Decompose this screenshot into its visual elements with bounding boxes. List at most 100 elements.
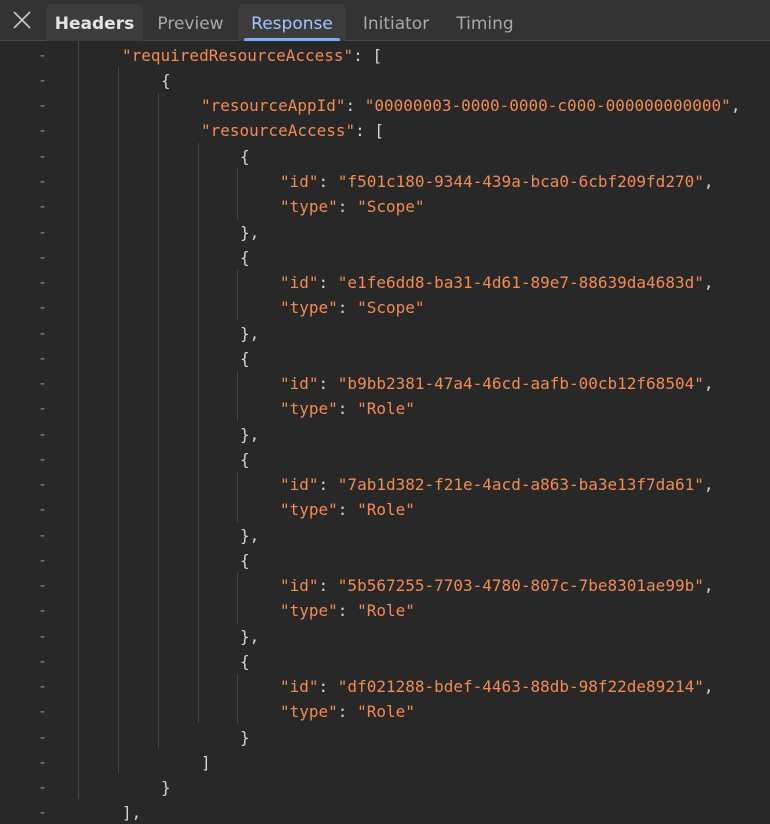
tab-response[interactable]: Response [238,4,346,41]
code-line: - ] [0,750,770,775]
json-string-value: "b9bb2381-47a4-46cd-aafb-00cb12f68504" [337,374,704,393]
code-line: - }, [0,523,770,548]
code-line: - { [0,649,770,674]
collapse-marker[interactable]: - [38,750,48,775]
code-line: - { [0,245,770,270]
json-string-value: "Role" [357,601,415,620]
json-key: "id" [280,677,319,696]
code-line: - }, [0,624,770,649]
collapse-marker[interactable]: - [38,68,48,93]
collapse-marker[interactable]: - [38,725,48,750]
json-key: "type" [280,702,338,721]
collapse-marker[interactable]: - [38,169,48,194]
collapse-marker[interactable]: - [38,472,48,497]
collapse-marker[interactable]: - [38,497,48,522]
collapse-marker[interactable]: - [38,194,48,219]
collapse-marker[interactable]: - [38,43,48,68]
code-line: - "type": "Scope" [0,295,770,320]
code-line: - { [0,447,770,472]
json-string-value: "Role" [357,702,415,721]
json-key: "id" [280,576,319,595]
collapse-marker[interactable]: - [38,447,48,472]
tab-initiator[interactable]: Initiator [350,4,442,41]
json-string-value: "Role" [357,399,415,418]
code-line: - "requiredResourceAccess": [ [0,43,770,68]
code-line: - { [0,346,770,371]
json-key: "resourceAppId" [201,96,346,115]
json-key: "id" [280,172,319,191]
json-string-value: "7ab1d382-f21e-4acd-a863-ba3e13f7da61" [337,475,704,494]
collapse-marker[interactable]: - [38,371,48,396]
collapse-marker[interactable]: - [38,573,48,598]
collapse-marker[interactable]: - [38,674,48,699]
json-string-value: "5b567255-7703-4780-807c-7be8301ae99b" [337,576,704,595]
tab-preview[interactable]: Preview [148,4,233,41]
code-line: - "id": "5b567255-7703-4780-807c-7be8301… [0,573,770,598]
close-icon [10,8,34,32]
json-key: "type" [280,500,338,519]
collapse-marker[interactable]: - [38,270,48,295]
json-key: "resourceAccess" [201,121,356,140]
collapse-marker[interactable]: - [38,624,48,649]
code-line: - }, [0,422,770,447]
collapse-marker[interactable]: - [38,775,48,800]
code-line: - "type": "Role" [0,396,770,421]
collapse-marker[interactable]: - [38,245,48,270]
json-key: "type" [280,601,338,620]
code-line: - "id": "f501c180-9344-439a-bca0-6cbf209… [0,169,770,194]
tab-headers[interactable]: Headers [46,4,143,41]
json-string-value: "Scope" [357,298,425,317]
json-string-value: "Role" [357,500,415,519]
code-line: - "id": "df021288-bdef-4463-88db-98f22de… [0,674,770,699]
collapse-marker[interactable]: - [38,118,48,143]
tab-timing[interactable]: Timing [446,4,524,41]
collapse-marker[interactable]: - [38,346,48,371]
json-key: "type" [280,197,338,216]
code-line: - "resourceAppId": "00000003-0000-0000-c… [0,93,770,118]
code-line: - }, [0,220,770,245]
code-line: - { [0,548,770,573]
code-line: - ], [0,800,770,824]
json-key: "id" [280,475,319,494]
collapse-marker[interactable]: - [38,321,48,346]
collapse-marker[interactable]: - [38,699,48,724]
code-line: - "id": "e1fe6dd8-ba31-4d61-89e7-88639da… [0,270,770,295]
tab-bar: Headers Preview Response Initiator Timin… [0,0,770,41]
collapse-marker[interactable]: - [38,548,48,573]
code-line: - }, [0,321,770,346]
collapse-marker[interactable]: - [38,93,48,118]
code-line: - "type": "Role" [0,598,770,623]
collapse-marker[interactable]: - [38,800,48,824]
devtools-network-panel: Headers Preview Response Initiator Timin… [0,0,770,824]
json-key: "requiredResourceAccess" [122,46,354,65]
code-line: - "id": "7ab1d382-f21e-4acd-a863-ba3e13f… [0,472,770,497]
json-string-value: "Scope" [357,197,425,216]
collapse-marker[interactable]: - [38,523,48,548]
close-button[interactable] [10,8,34,32]
code-line: - "type": "Role" [0,497,770,522]
code-line: - "id": "b9bb2381-47a4-46cd-aafb-00cb12f… [0,371,770,396]
collapse-marker[interactable]: - [38,396,48,421]
collapse-marker[interactable]: - [38,144,48,169]
json-string-value: "00000003-0000-0000-c000-000000000000" [364,96,731,115]
code-line: - } [0,725,770,750]
code-line: - { [0,144,770,169]
code-line: - { [0,68,770,93]
json-string-value: "f501c180-9344-439a-bca0-6cbf209fd270" [337,172,704,191]
json-key: "type" [280,399,338,418]
collapse-marker[interactable]: - [38,598,48,623]
collapse-marker[interactable]: - [38,295,48,320]
json-string-value: "df021288-bdef-4463-88db-98f22de89214" [337,677,704,696]
json-string-value: "e1fe6dd8-ba31-4d61-89e7-88639da4683d" [337,273,704,292]
code-line: - "type": "Scope" [0,194,770,219]
collapse-marker[interactable]: - [38,220,48,245]
collapse-marker[interactable]: - [38,422,48,447]
code-line: - "resourceAccess": [ [0,118,770,143]
code-line: - } [0,775,770,800]
json-key: "type" [280,298,338,317]
json-key: "id" [280,273,319,292]
json-key: "id" [280,374,319,393]
collapse-marker[interactable]: - [38,649,48,674]
response-json-viewer[interactable]: - "requiredResourceAccess": [ - { - "res… [0,41,770,824]
code-line: - "type": "Role" [0,699,770,724]
